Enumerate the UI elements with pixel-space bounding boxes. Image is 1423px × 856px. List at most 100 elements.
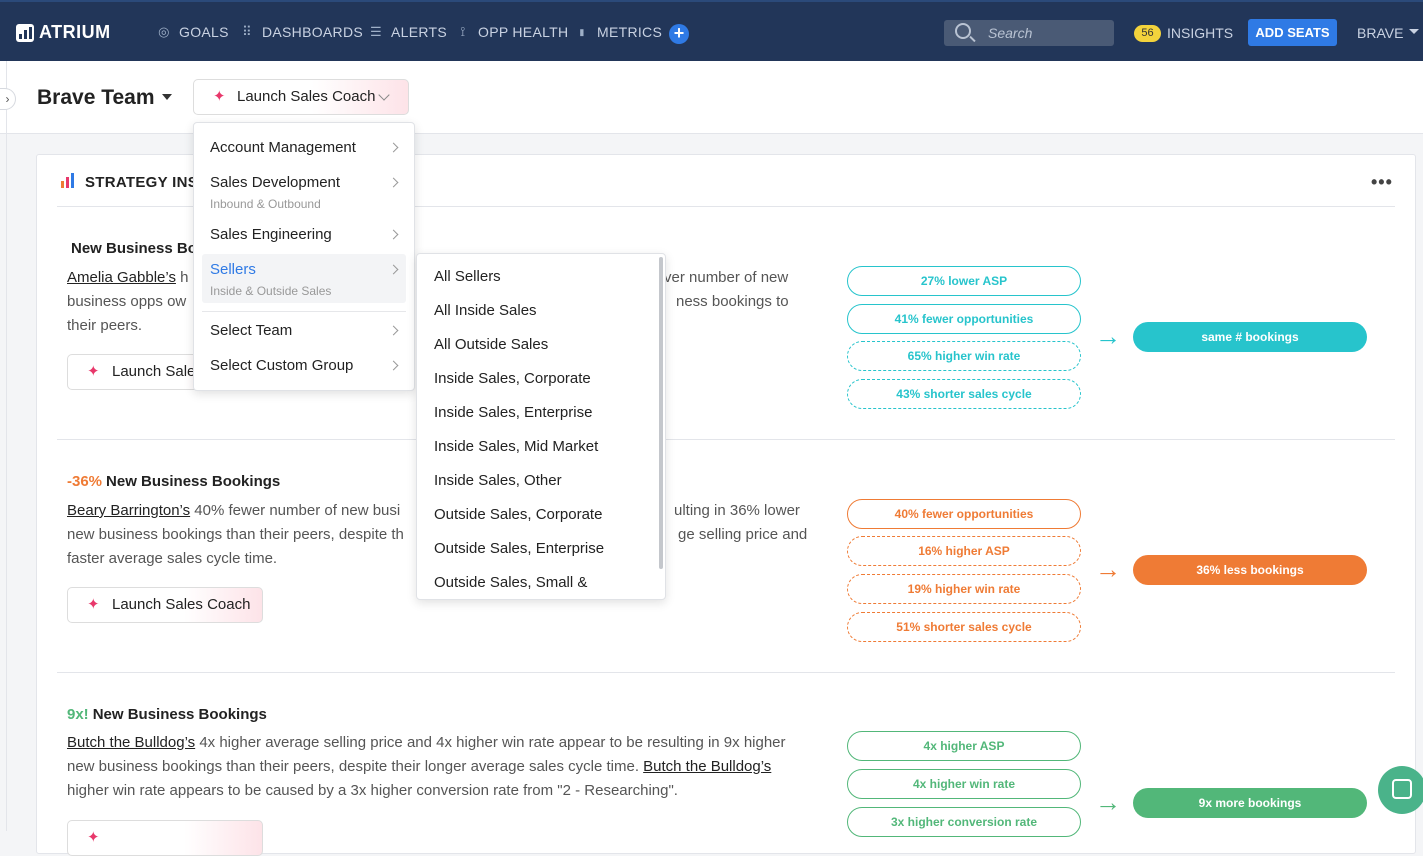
add-plus-icon[interactable]: + xyxy=(669,24,689,44)
logo-text: ATRIUM xyxy=(39,22,111,42)
metric-pill: 65% higher win rate xyxy=(847,341,1081,371)
button-label: Launch Sale xyxy=(112,363,196,380)
menu-item-sellers[interactable]: Sellers xyxy=(210,261,256,278)
submenu-item[interactable]: All Inside Sales xyxy=(434,302,537,319)
user-menu[interactable]: BRAVE xyxy=(1357,25,1420,41)
metric-pill: 4x higher ASP xyxy=(847,731,1081,761)
chevron-right-icon xyxy=(388,142,399,153)
nav-dashboards-label: DASHBOARDS xyxy=(262,24,364,40)
divider xyxy=(57,439,1395,440)
search-input[interactable]: Search xyxy=(944,20,1114,46)
submenu-item[interactable]: Inside Sales, Other xyxy=(434,472,562,489)
desc-text: ver number of new xyxy=(664,269,789,286)
nav-metrics[interactable]: ▮ METRICS xyxy=(575,24,662,40)
coach-dropdown-menu: Account Management Sales Development Inb… xyxy=(193,122,415,391)
strategy-insights-title: STRATEGY INS xyxy=(85,174,199,191)
desc-text: h xyxy=(175,269,189,286)
insight-title: -36% New Business Bookings xyxy=(67,473,280,490)
insight-title: New Business Bo xyxy=(67,240,197,257)
submenu-item[interactable]: Inside Sales, Mid Market xyxy=(434,438,598,455)
desc-text: ge selling price and xyxy=(678,526,808,543)
sparkle-icon: ✦ xyxy=(87,363,100,380)
metric-pill: 40% fewer opportunities xyxy=(847,499,1081,529)
insight-title-text: New Business Bookings xyxy=(92,706,267,723)
user-name: BRAVE xyxy=(1357,25,1404,41)
chat-launcher-button[interactable] xyxy=(1378,766,1423,814)
menu-item-subtitle: Inbound & Outbound xyxy=(210,197,321,211)
chevron-right-icon xyxy=(388,177,399,188)
logo-icon xyxy=(16,23,34,42)
insight-description: Butch the Bulldog’s 4x higher average se… xyxy=(67,731,827,803)
seller-link[interactable]: Butch the Bulldog’s xyxy=(67,734,195,751)
launch-sales-coach-label: Launch Sales Coach xyxy=(237,88,376,105)
submenu-item[interactable]: Outside Sales, Small & xyxy=(434,574,587,591)
menu-item-account-management[interactable]: Account Management xyxy=(210,139,356,156)
target-icon: ◎ xyxy=(158,24,170,39)
insights-link[interactable]: INSIGHTS xyxy=(1167,25,1233,41)
seller-link[interactable]: Amelia Gabble’s xyxy=(67,269,176,286)
button-label: Launch Sales Coach xyxy=(112,596,251,613)
search-icon xyxy=(955,23,971,39)
launch-sales-coach-dropdown[interactable]: ✦ Launch Sales Coach xyxy=(193,79,409,115)
insight-title-text: New Business Bookings xyxy=(106,473,281,490)
more-options-icon[interactable]: ••• xyxy=(1371,172,1393,193)
desc-text: ulting in 36% lower xyxy=(674,502,800,519)
submenu-item[interactable]: Outside Sales, Corporate xyxy=(434,506,602,523)
insight-title: 9x! New Business Bookings xyxy=(67,706,267,723)
desc-text: higher win rate appears to be caused by … xyxy=(67,782,678,799)
menu-item-sales-development[interactable]: Sales Development xyxy=(210,174,340,191)
submenu-item[interactable]: Inside Sales, Enterprise xyxy=(434,404,592,421)
arrow-right-icon: → xyxy=(1095,321,1121,351)
menu-separator xyxy=(202,311,406,312)
submenu-scrollbar[interactable] xyxy=(659,257,663,569)
bar-chart-icon xyxy=(61,173,75,188)
insight-title-text: New Business Bo xyxy=(71,240,197,257)
menu-item-select-team[interactable]: Select Team xyxy=(210,322,292,339)
result-pill: same # bookings xyxy=(1133,322,1367,352)
chevron-right-icon xyxy=(388,325,399,336)
bar-chart-icon: ▮ xyxy=(579,26,585,37)
submenu-item[interactable]: All Outside Sales xyxy=(434,336,548,353)
sellers-submenu: All Sellers All Inside Sales All Outside… xyxy=(416,253,666,600)
nav-opp-health[interactable]: ⟟ OPP HEALTH xyxy=(456,24,568,40)
team-title[interactable]: Brave Team xyxy=(37,86,155,110)
chevron-down-icon xyxy=(378,89,390,101)
launch-sales-coach-button[interactable]: ✦ Launch Sales Coach xyxy=(67,587,263,623)
search-placeholder: Search xyxy=(988,25,1033,41)
nav-opp-health-label: OPP HEALTH xyxy=(478,24,569,40)
desc-text: 40% fewer number of new busi xyxy=(190,502,401,519)
atrium-logo[interactable]: ATRIUM xyxy=(16,22,111,43)
grid-icon: ⠿ xyxy=(242,24,252,39)
seller-link[interactable]: Butch the Bulldog’s xyxy=(643,758,771,775)
seller-link[interactable]: Beary Barrington’s xyxy=(67,502,190,519)
signal-icon: ⟟ xyxy=(460,24,466,39)
arrow-right-icon: → xyxy=(1095,787,1121,817)
add-seats-button[interactable]: ADD SEATS xyxy=(1248,19,1337,46)
nav-alerts[interactable]: ☰ ALERTS xyxy=(369,24,447,40)
arrow-right-icon: → xyxy=(1095,554,1121,584)
desc-text: 4x higher average selling price and 4x h… xyxy=(195,734,786,751)
list-icon: ☰ xyxy=(370,24,382,39)
launch-sales-coach-button[interactable]: ✦ xyxy=(67,820,263,856)
nav-goals-label: GOALS xyxy=(179,24,229,40)
insight-percent: -36% xyxy=(67,473,103,490)
submenu-item[interactable]: All Sellers xyxy=(434,268,501,285)
submenu-item[interactable]: Inside Sales, Corporate xyxy=(434,370,591,387)
desc-text: new business bookings than their peers, … xyxy=(67,758,644,775)
sparkle-icon: ✦ xyxy=(213,88,226,105)
nav-alerts-label: ALERTS xyxy=(391,24,448,40)
team-caret-down-icon[interactable] xyxy=(162,94,172,105)
metric-pill: 3x higher conversion rate xyxy=(847,807,1081,837)
nav-goals[interactable]: ◎ GOALS xyxy=(157,24,229,40)
nav-dashboards[interactable]: ⠿ DASHBOARDS xyxy=(240,24,363,40)
submenu-item[interactable]: Outside Sales, Enterprise xyxy=(434,540,604,557)
menu-item-subtitle: Inside & Outside Sales xyxy=(210,284,332,298)
menu-item-select-custom-group[interactable]: Select Custom Group xyxy=(210,357,353,374)
chat-icon xyxy=(1392,779,1412,799)
desc-text: ness bookings to xyxy=(676,293,789,310)
insights-count-badge[interactable]: 56 xyxy=(1134,25,1161,42)
metric-pill: 16% higher ASP xyxy=(847,536,1081,566)
sparkle-icon: ✦ xyxy=(87,829,100,846)
metric-pill: 4x higher win rate xyxy=(847,769,1081,799)
menu-item-sales-engineering[interactable]: Sales Engineering xyxy=(210,226,332,243)
